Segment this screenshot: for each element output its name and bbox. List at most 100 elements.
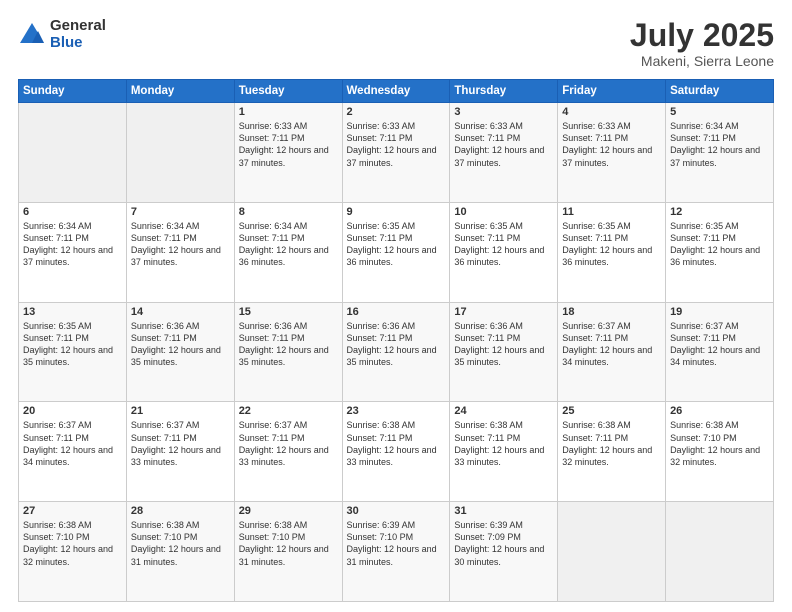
day-info: Sunrise: 6:39 AM Sunset: 7:09 PM Dayligh… — [454, 519, 553, 568]
day-number: 29 — [239, 505, 338, 517]
day-number: 15 — [239, 306, 338, 318]
day-info: Sunrise: 6:38 AM Sunset: 7:11 PM Dayligh… — [454, 419, 553, 468]
calendar-week-row: 6 Sunrise: 6:34 AM Sunset: 7:11 PM Daylig… — [19, 202, 774, 302]
day-info: Sunrise: 6:36 AM Sunset: 7:11 PM Dayligh… — [454, 320, 553, 369]
calendar-cell — [126, 103, 234, 203]
day-number: 17 — [454, 306, 553, 318]
day-info: Sunrise: 6:33 AM Sunset: 7:11 PM Dayligh… — [562, 120, 661, 169]
day-number: 28 — [131, 505, 230, 517]
calendar-cell — [666, 502, 774, 602]
calendar-table: SundayMondayTuesdayWednesdayThursdayFrid… — [18, 79, 774, 602]
day-info: Sunrise: 6:35 AM Sunset: 7:11 PM Dayligh… — [454, 220, 553, 269]
day-number: 30 — [347, 505, 446, 517]
calendar-day-header: Monday — [126, 80, 234, 103]
day-info: Sunrise: 6:34 AM Sunset: 7:11 PM Dayligh… — [670, 120, 769, 169]
day-info: Sunrise: 6:38 AM Sunset: 7:10 PM Dayligh… — [239, 519, 338, 568]
day-number: 25 — [562, 405, 661, 417]
day-info: Sunrise: 6:36 AM Sunset: 7:11 PM Dayligh… — [347, 320, 446, 369]
day-info: Sunrise: 6:35 AM Sunset: 7:11 PM Dayligh… — [23, 320, 122, 369]
calendar-cell: 17 Sunrise: 6:36 AM Sunset: 7:11 PM Dayli… — [450, 302, 558, 402]
calendar-cell: 12 Sunrise: 6:35 AM Sunset: 7:11 PM Dayli… — [666, 202, 774, 302]
title-block: July 2025 Makeni, Sierra Leone — [630, 18, 774, 69]
calendar-cell: 7 Sunrise: 6:34 AM Sunset: 7:11 PM Daylig… — [126, 202, 234, 302]
day-number: 18 — [562, 306, 661, 318]
calendar-cell: 6 Sunrise: 6:34 AM Sunset: 7:11 PM Daylig… — [19, 202, 127, 302]
calendar-week-row: 20 Sunrise: 6:37 AM Sunset: 7:11 PM Dayli… — [19, 402, 774, 502]
calendar-cell: 3 Sunrise: 6:33 AM Sunset: 7:11 PM Daylig… — [450, 103, 558, 203]
logo-blue-text: Blue — [50, 35, 106, 52]
day-number: 3 — [454, 106, 553, 118]
day-info: Sunrise: 6:38 AM Sunset: 7:10 PM Dayligh… — [131, 519, 230, 568]
day-number: 7 — [131, 206, 230, 218]
day-number: 23 — [347, 405, 446, 417]
calendar-cell: 25 Sunrise: 6:38 AM Sunset: 7:11 PM Dayli… — [558, 402, 666, 502]
calendar-cell: 14Sunrise: 6:36 AM Sunset: 7:11 PM Dayli… — [126, 302, 234, 402]
day-info: Sunrise: 6:36 AM Sunset: 7:11 PM Dayligh… — [131, 320, 230, 369]
day-number: 10 — [454, 206, 553, 218]
day-number: 5 — [670, 106, 769, 118]
day-number: 26 — [670, 405, 769, 417]
calendar-day-header: Friday — [558, 80, 666, 103]
calendar-cell: 5 Sunrise: 6:34 AM Sunset: 7:11 PM Daylig… — [666, 103, 774, 203]
calendar-cell: 10 Sunrise: 6:35 AM Sunset: 7:11 PM Dayli… — [450, 202, 558, 302]
day-number: 16 — [347, 306, 446, 318]
calendar-cell: 8Sunrise: 6:34 AM Sunset: 7:11 PM Daylig… — [234, 202, 342, 302]
day-info: Sunrise: 6:33 AM Sunset: 7:11 PM Dayligh… — [347, 120, 446, 169]
calendar-cell: 15Sunrise: 6:36 AM Sunset: 7:11 PM Dayli… — [234, 302, 342, 402]
day-number: 9 — [347, 206, 446, 218]
calendar-day-header: Saturday — [666, 80, 774, 103]
day-number: 20 — [23, 405, 122, 417]
page: General Blue July 2025 Makeni, Sierra Le… — [0, 0, 792, 612]
calendar-cell: 28 Sunrise: 6:38 AM Sunset: 7:10 PM Dayli… — [126, 502, 234, 602]
day-info: Sunrise: 6:35 AM Sunset: 7:11 PM Dayligh… — [562, 220, 661, 269]
day-info: Sunrise: 6:37 AM Sunset: 7:11 PM Dayligh… — [131, 419, 230, 468]
calendar-day-header: Sunday — [19, 80, 127, 103]
day-info: Sunrise: 6:37 AM Sunset: 7:11 PM Dayligh… — [670, 320, 769, 369]
day-number: 8 — [239, 206, 338, 218]
logo-general-text: General — [50, 18, 106, 35]
day-info: Sunrise: 6:38 AM Sunset: 7:10 PM Dayligh… — [23, 519, 122, 568]
day-info: Sunrise: 6:33 AM Sunset: 7:11 PM Dayligh… — [454, 120, 553, 169]
day-number: 2 — [347, 106, 446, 118]
calendar-cell: 13 Sunrise: 6:35 AM Sunset: 7:11 PM Dayli… — [19, 302, 127, 402]
day-info: Sunrise: 6:39 AM Sunset: 7:10 PM Dayligh… — [347, 519, 446, 568]
calendar-cell — [558, 502, 666, 602]
day-info: Sunrise: 6:37 AM Sunset: 7:11 PM Dayligh… — [562, 320, 661, 369]
logo-icon — [18, 21, 46, 49]
day-info: Sunrise: 6:37 AM Sunset: 7:11 PM Dayligh… — [23, 419, 122, 468]
logo: General Blue — [18, 18, 106, 51]
calendar-cell: 1Sunrise: 6:33 AM Sunset: 7:11 PM Daylig… — [234, 103, 342, 203]
calendar-cell: 21 Sunrise: 6:37 AM Sunset: 7:11 PM Dayli… — [126, 402, 234, 502]
day-number: 13 — [23, 306, 122, 318]
calendar-cell: 23 Sunrise: 6:38 AM Sunset: 7:11 PM Dayli… — [342, 402, 450, 502]
day-info: Sunrise: 6:35 AM Sunset: 7:11 PM Dayligh… — [670, 220, 769, 269]
day-info: Sunrise: 6:38 AM Sunset: 7:11 PM Dayligh… — [347, 419, 446, 468]
day-info: Sunrise: 6:34 AM Sunset: 7:11 PM Dayligh… — [23, 220, 122, 269]
calendar-cell: 11 Sunrise: 6:35 AM Sunset: 7:11 PM Dayli… — [558, 202, 666, 302]
calendar-cell: 24 Sunrise: 6:38 AM Sunset: 7:11 PM Dayli… — [450, 402, 558, 502]
calendar-day-header: Thursday — [450, 80, 558, 103]
calendar-cell: 29 Sunrise: 6:38 AM Sunset: 7:10 PM Dayli… — [234, 502, 342, 602]
month-title: July 2025 — [630, 18, 774, 53]
day-number: 24 — [454, 405, 553, 417]
location: Makeni, Sierra Leone — [630, 53, 774, 69]
calendar-cell: 16 Sunrise: 6:36 AM Sunset: 7:11 PM Dayli… — [342, 302, 450, 402]
calendar-cell: 2 Sunrise: 6:33 AM Sunset: 7:11 PM Daylig… — [342, 103, 450, 203]
calendar-week-row: 27 Sunrise: 6:38 AM Sunset: 7:10 PM Dayli… — [19, 502, 774, 602]
day-number: 22 — [239, 405, 338, 417]
day-number: 21 — [131, 405, 230, 417]
day-number: 31 — [454, 505, 553, 517]
day-info: Sunrise: 6:38 AM Sunset: 7:10 PM Dayligh… — [670, 419, 769, 468]
calendar-cell: 9 Sunrise: 6:35 AM Sunset: 7:11 PM Daylig… — [342, 202, 450, 302]
day-info: Sunrise: 6:34 AM Sunset: 7:11 PM Dayligh… — [131, 220, 230, 269]
calendar-cell — [19, 103, 127, 203]
calendar-cell: 31 Sunrise: 6:39 AM Sunset: 7:09 PM Dayli… — [450, 502, 558, 602]
day-number: 11 — [562, 206, 661, 218]
day-info: Sunrise: 6:38 AM Sunset: 7:11 PM Dayligh… — [562, 419, 661, 468]
day-number: 6 — [23, 206, 122, 218]
calendar-cell: 22Sunrise: 6:37 AM Sunset: 7:11 PM Dayli… — [234, 402, 342, 502]
day-number: 12 — [670, 206, 769, 218]
day-number: 27 — [23, 505, 122, 517]
calendar-cell: 26 Sunrise: 6:38 AM Sunset: 7:10 PM Dayli… — [666, 402, 774, 502]
day-info: Sunrise: 6:35 AM Sunset: 7:11 PM Dayligh… — [347, 220, 446, 269]
